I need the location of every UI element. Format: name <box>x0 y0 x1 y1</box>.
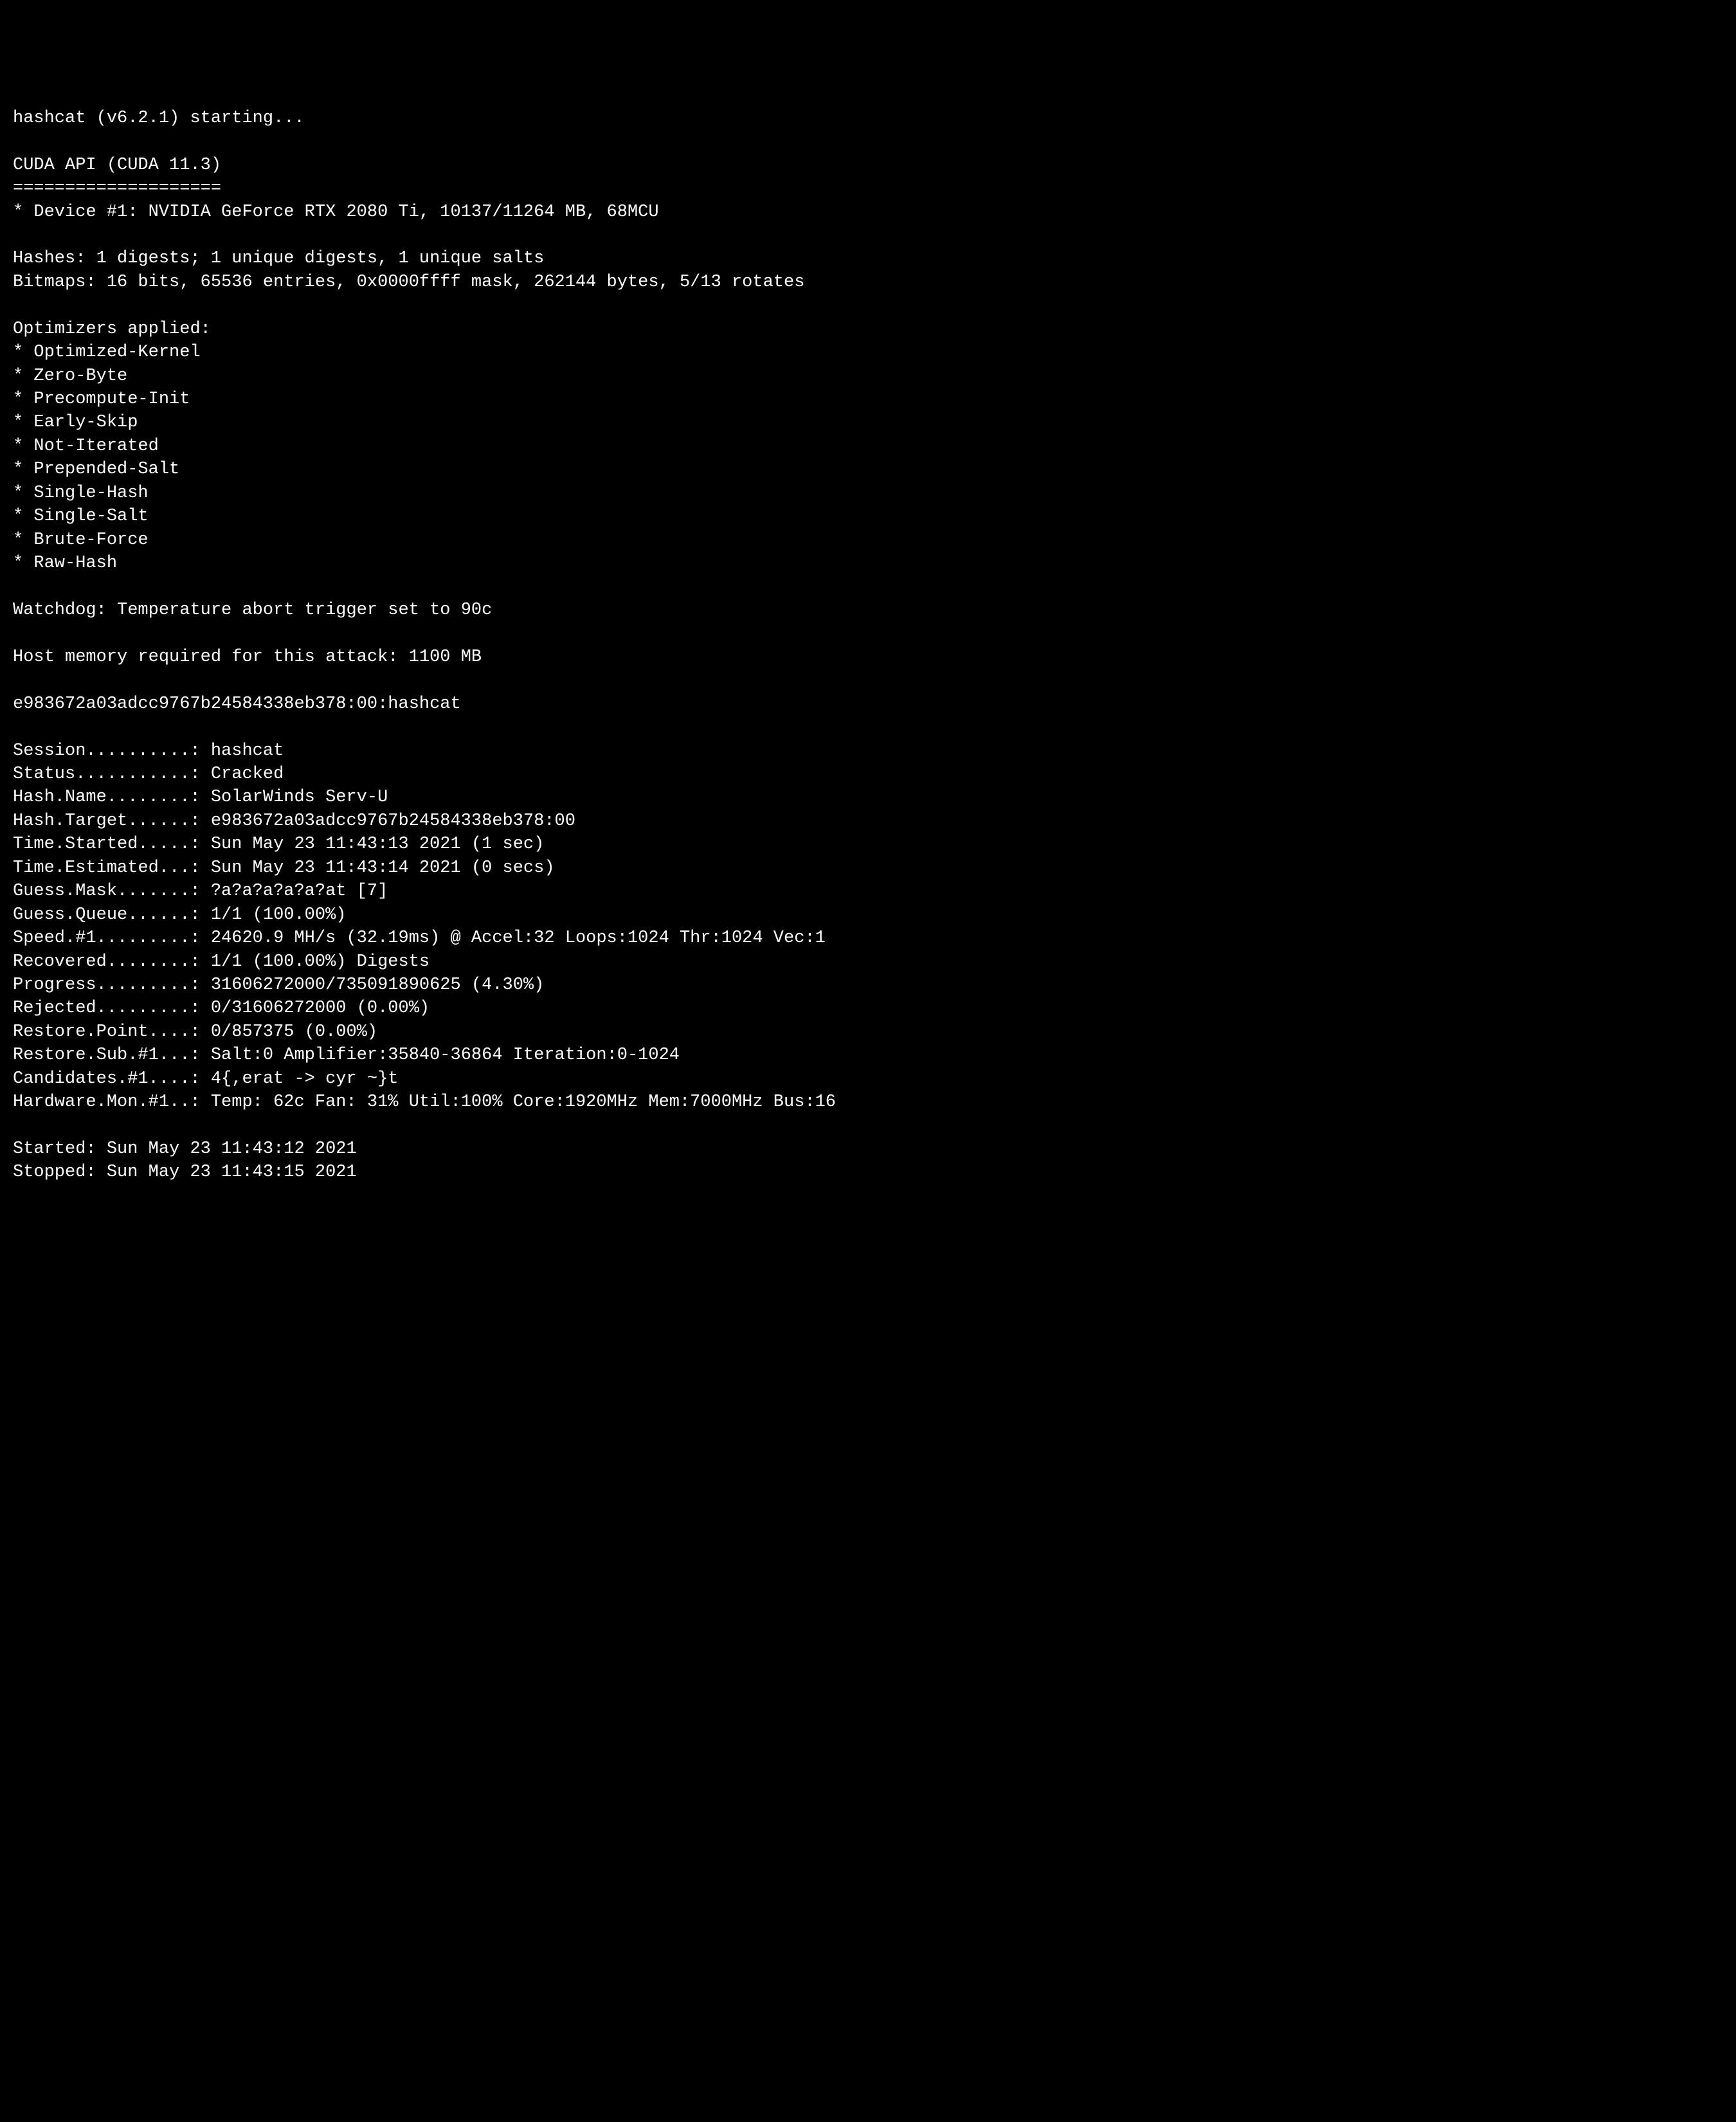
status-status: Status...........: Cracked <box>13 765 284 784</box>
status-guess-mask: Guess.Mask.......: ?a?a?a?a?a?at [7] <box>13 882 388 901</box>
optimizer-item: * Raw-Hash <box>13 554 117 573</box>
status-rejected: Rejected.........: 0/31606272000 (0.00%) <box>13 999 429 1018</box>
footer-stopped: Stopped: Sun May 23 11:43:15 2021 <box>13 1163 357 1182</box>
status-speed: Speed.#1.........: 24620.9 MH/s (32.19ms… <box>13 929 826 948</box>
cuda-separator: ==================== <box>13 179 221 198</box>
optimizer-item: * Single-Hash <box>13 484 149 503</box>
hashes-line: Hashes: 1 digests; 1 unique digests, 1 u… <box>13 249 544 268</box>
optimizers-title: Optimizers applied: <box>13 320 211 339</box>
hostmem-line: Host memory required for this attack: 11… <box>13 648 482 667</box>
cuda-api-title: CUDA API (CUDA 11.3) <box>13 156 221 175</box>
footer-started: Started: Sun May 23 11:43:12 2021 <box>13 1139 357 1159</box>
watchdog-line: Watchdog: Temperature abort trigger set … <box>13 601 492 620</box>
optimizer-item: * Single-Salt <box>13 507 149 526</box>
status-recovered: Recovered........: 1/1 (100.00%) Digests <box>13 952 429 972</box>
terminal-output: hashcat (v6.2.1) starting... CUDA API (C… <box>13 107 1723 1184</box>
status-restore-point: Restore.Point....: 0/857375 (0.00%) <box>13 1022 377 1042</box>
status-guess-queue: Guess.Queue......: 1/1 (100.00%) <box>13 905 346 925</box>
optimizer-item: * Early-Skip <box>13 413 138 432</box>
starting-line: hashcat (v6.2.1) starting... <box>13 109 305 128</box>
optimizer-item: * Zero-Byte <box>13 367 127 386</box>
optimizer-item: * Precompute-Init <box>13 390 190 409</box>
bitmaps-line: Bitmaps: 16 bits, 65536 entries, 0x0000f… <box>13 273 804 292</box>
status-hash-name: Hash.Name........: SolarWinds Serv-U <box>13 788 388 807</box>
status-progress: Progress.........: 31606272000/735091890… <box>13 975 544 995</box>
optimizer-item: * Brute-Force <box>13 530 149 550</box>
status-restore-sub: Restore.Sub.#1...: Salt:0 Amplifier:3584… <box>13 1046 680 1065</box>
status-hash-target: Hash.Target......: e983672a03adcc9767b24… <box>13 812 575 831</box>
cracked-hash-line: e983672a03adcc9767b24584338eb378:00:hash… <box>13 694 461 714</box>
optimizer-item: * Not-Iterated <box>13 437 159 456</box>
optimizer-item: * Prepended-Salt <box>13 460 179 479</box>
status-session: Session..........: hashcat <box>13 741 284 761</box>
status-hardware-mon: Hardware.Mon.#1..: Temp: 62c Fan: 31% Ut… <box>13 1093 836 1112</box>
status-time-estimated: Time.Estimated...: Sun May 23 11:43:14 2… <box>13 858 555 878</box>
optimizer-item: * Optimized-Kernel <box>13 343 201 362</box>
status-time-started: Time.Started.....: Sun May 23 11:43:13 2… <box>13 835 544 854</box>
status-candidates: Candidates.#1....: 4{,erat -> cyr ~}t <box>13 1069 399 1089</box>
cuda-device: * Device #1: NVIDIA GeForce RTX 2080 Ti,… <box>13 203 659 222</box>
